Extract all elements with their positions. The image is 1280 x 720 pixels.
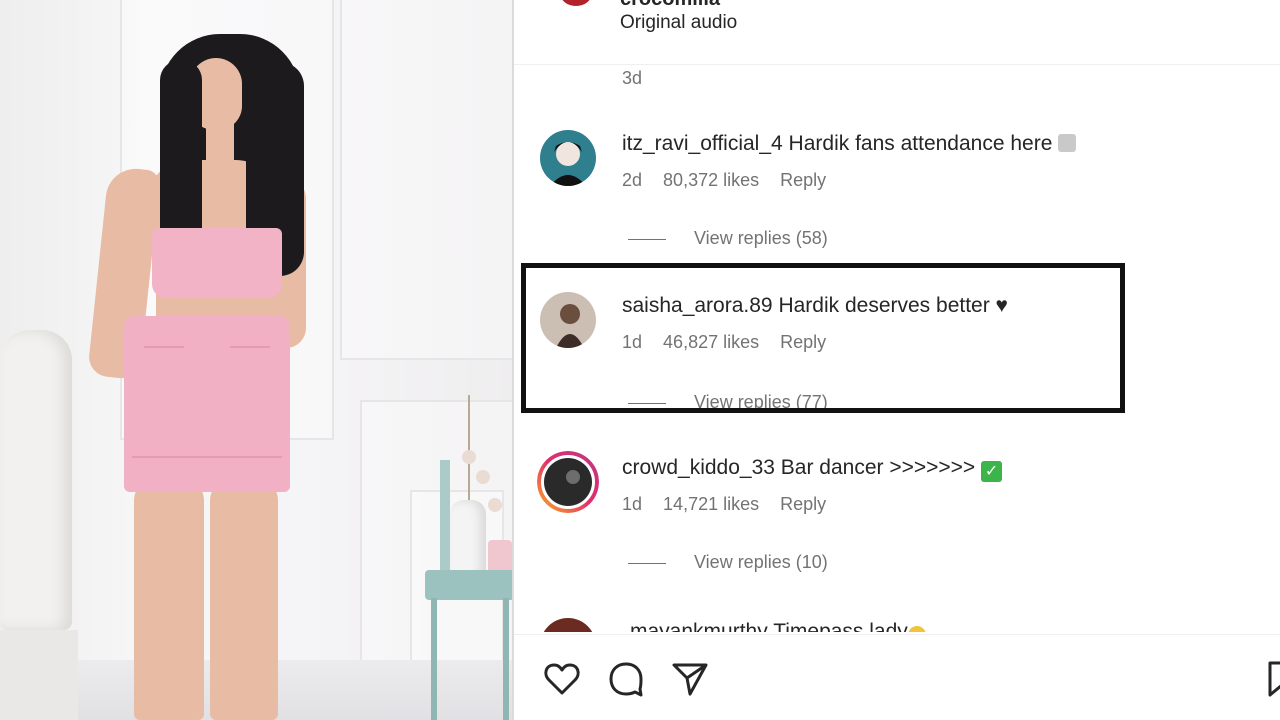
comment-body: Hardik fans attendance here xyxy=(788,132,1053,155)
user-photo-avatar[interactable] xyxy=(540,292,596,348)
user-avatar[interactable] xyxy=(540,618,596,632)
divider-line xyxy=(628,238,666,240)
skirt-hem xyxy=(132,456,282,458)
comment-item: itz_ravi_official_4 Hardik fans attendan… xyxy=(514,130,1280,250)
comment-text: mayankmurthy Timepass lady xyxy=(630,620,926,632)
comment-time: 2d xyxy=(622,170,643,190)
pink-crop-top xyxy=(152,228,282,298)
comment-text: itz_ravi_official_4 Hardik fans attendan… xyxy=(622,132,1077,156)
comment-meta: 1d 46,827 likes Reply xyxy=(622,332,842,353)
author-avatar[interactable] xyxy=(560,0,592,6)
heart-icon[interactable] xyxy=(542,659,582,699)
comment-icon[interactable] xyxy=(606,659,646,699)
comment-text: crowd_kiddo_33 Bar dancer >>>>>>> ✓ xyxy=(622,456,1003,482)
view-replies-label: View replies (58) xyxy=(694,228,828,248)
comment-item-highlighted: saisha_arora.89 Hardik deserves better ♥… xyxy=(514,292,1280,412)
send-icon[interactable] xyxy=(670,659,710,699)
action-bar xyxy=(514,634,1280,720)
bookmark-icon[interactable] xyxy=(1262,659,1280,699)
view-replies-button[interactable]: View replies (77) xyxy=(628,392,828,413)
comment-likes[interactable]: 14,721 likes xyxy=(663,494,759,514)
comment-username[interactable]: mayankmurthy xyxy=(630,620,768,632)
comment-username[interactable]: itz_ravi_official_4 xyxy=(622,132,783,155)
pink-skirt xyxy=(124,316,290,492)
post-media[interactable] xyxy=(0,0,512,720)
comment-body: Timepass lady xyxy=(773,620,908,632)
emoji-icon xyxy=(1058,134,1077,152)
author-username[interactable]: crocomilia xyxy=(620,0,720,11)
comment-item: crowd_kiddo_33 Bar dancer >>>>>>> ✓ 1d 1… xyxy=(514,451,1280,574)
comment-meta: 2d 80,372 likes Reply xyxy=(622,170,842,191)
comment-likes[interactable]: 46,827 likes xyxy=(663,332,759,352)
comment-time: 1d xyxy=(622,332,643,352)
emoji-icon xyxy=(907,626,926,632)
caption-timestamp: 3d xyxy=(622,68,643,88)
view-replies-label: View replies (77) xyxy=(694,392,828,412)
person-figure xyxy=(0,0,512,720)
reply-button[interactable]: Reply xyxy=(780,170,826,190)
comment-body: Bar dancer >>>>>>> xyxy=(780,456,976,479)
reply-button[interactable]: Reply xyxy=(780,494,826,514)
reply-button[interactable]: Reply xyxy=(780,332,826,352)
comment-likes[interactable]: 80,372 likes xyxy=(663,170,759,190)
divider-line xyxy=(628,562,666,564)
view-replies-label: View replies (10) xyxy=(694,552,828,572)
left-leg xyxy=(134,480,204,720)
comment-meta: 1d 14,721 likes Reply xyxy=(622,494,842,515)
post-header: crocomilia Original audio xyxy=(514,0,1280,65)
comment-username[interactable]: saisha_arora.89 xyxy=(622,294,773,317)
anime-avatar-icon[interactable] xyxy=(540,130,596,186)
comment-body: Hardik deserves better ♥ xyxy=(778,294,1009,317)
check-mark-icon: ✓ xyxy=(981,461,1003,482)
view-replies-button[interactable]: View replies (58) xyxy=(628,228,828,249)
story-ring-avatar[interactable] xyxy=(537,451,599,513)
comment-item-partial: mayankmurthy Timepass lady xyxy=(514,618,1280,632)
audio-label[interactable]: Original audio xyxy=(620,12,737,34)
skirt-pocket xyxy=(230,346,270,348)
comment-username[interactable]: crowd_kiddo_33 xyxy=(622,456,775,479)
comment-time: 1d xyxy=(622,494,643,514)
right-leg xyxy=(210,480,278,720)
divider-line xyxy=(628,402,666,404)
view-replies-button[interactable]: View replies (10) xyxy=(628,552,828,573)
comment-text: saisha_arora.89 Hardik deserves better ♥ xyxy=(622,294,1008,318)
skirt-pocket xyxy=(144,346,184,348)
comments-panel: crocomilia Original audio 3d itz_ravi_of… xyxy=(512,0,1280,720)
